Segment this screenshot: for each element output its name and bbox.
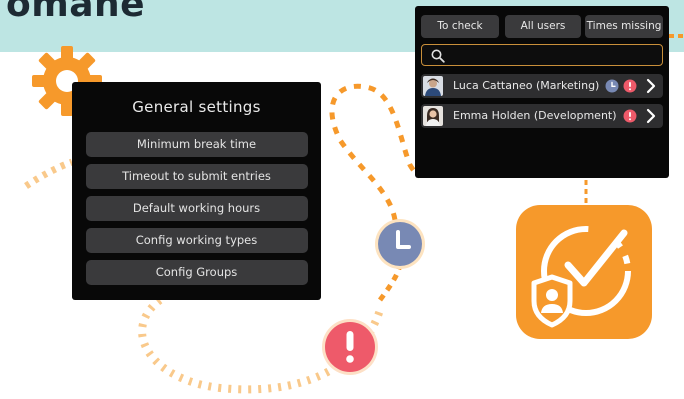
config-working-types-button[interactable]: Config working types [85,228,308,253]
user-row-luca-cattaneo[interactable]: Luca Cattaneo (Marketing) [421,74,663,98]
config-groups-button[interactable]: Config Groups [85,260,308,285]
search-box[interactable] [421,44,663,66]
avatar [423,106,443,126]
tab-all-users[interactable]: All users [505,15,581,38]
user-row-emma-holden[interactable]: Emma Holden (Development) [421,104,663,128]
timeout-submit-entries-button[interactable]: Timeout to submit entries [85,164,308,189]
minimum-break-time-button[interactable]: Minimum break time [85,132,308,157]
app-clock-shield-icon [516,205,652,339]
general-settings-panel: General settings Minimum break time Time… [72,82,321,300]
alert-icon [322,319,378,375]
settings-title: General settings [132,98,261,116]
chevron-right-icon[interactable] [645,108,657,124]
users-panel: To check All users Times missing Luca Ca… [415,6,669,178]
clock-icon [375,219,425,269]
tab-times-missing[interactable]: Times missing [585,15,663,38]
alert-icon [623,109,637,123]
search-icon [431,49,445,63]
default-working-hours-button[interactable]: Default working hours [85,196,308,221]
search-input[interactable] [450,47,655,63]
tab-to-check[interactable]: To check [421,15,499,38]
clock-icon [605,79,619,93]
user-name: Luca Cattaneo (Marketing) [453,79,600,92]
avatar [423,76,443,96]
alert-icon [623,79,637,93]
user-name: Emma Holden (Development) [453,109,617,122]
chevron-right-icon[interactable] [645,78,657,94]
